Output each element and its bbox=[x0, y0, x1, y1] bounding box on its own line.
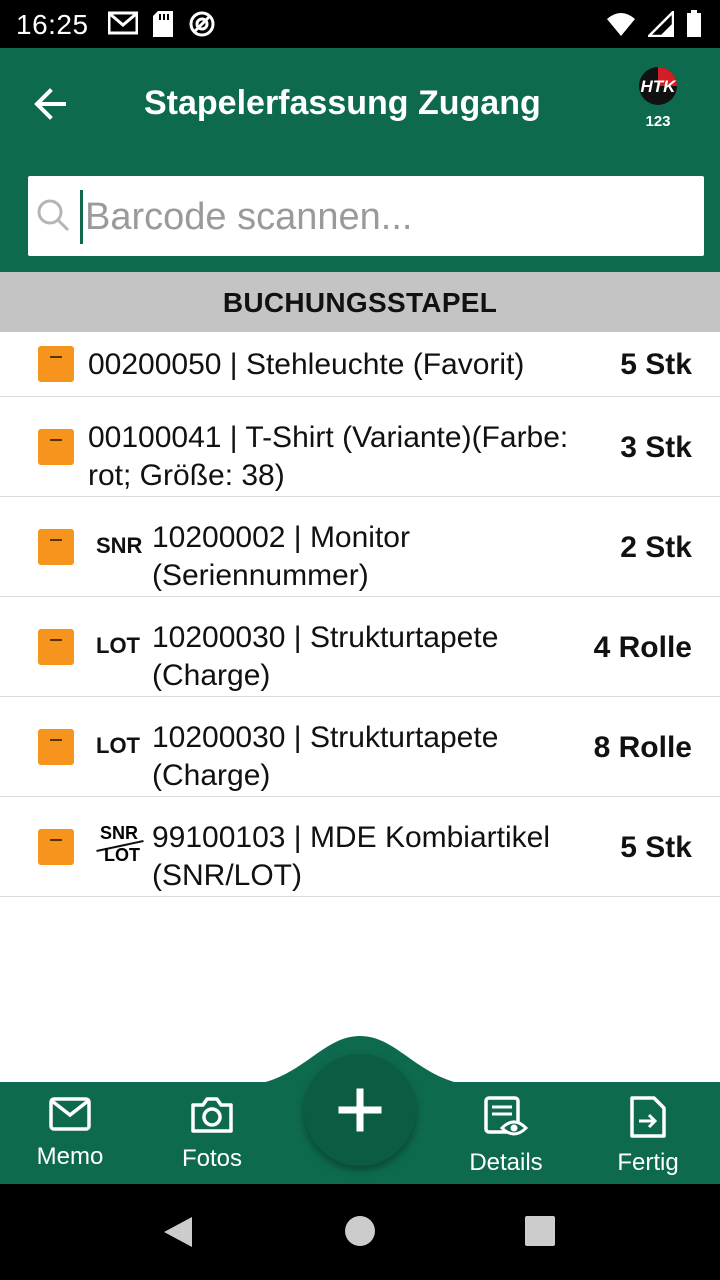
page-title: Stapelerfassung Zugang bbox=[144, 84, 541, 122]
document-arrow-icon bbox=[630, 1096, 666, 1138]
system-home-icon[interactable] bbox=[344, 1215, 376, 1247]
list-item[interactable]: LOT 10200030 | Strukturtapete (Charge) 4… bbox=[0, 597, 720, 697]
item-checkbox[interactable] bbox=[38, 346, 74, 382]
sync-icon bbox=[188, 10, 216, 43]
item-text-line1: 10200030 | Strukturtapete bbox=[152, 621, 499, 654]
details-button[interactable]: Details bbox=[451, 1096, 561, 1177]
snr-tag: SNR bbox=[100, 823, 139, 843]
fotos-button[interactable]: Fotos bbox=[157, 1096, 267, 1173]
item-text-line2: (Charge) bbox=[152, 759, 271, 792]
system-nav-bar bbox=[0, 1184, 720, 1280]
item-checkbox[interactable] bbox=[38, 629, 74, 665]
status-bar: 16:25 bbox=[0, 0, 720, 48]
item-text-line1: 99100103 | MDE Kombiartikel bbox=[152, 821, 550, 854]
barcode-search-input[interactable] bbox=[80, 190, 687, 244]
snr-tag: SNR bbox=[96, 533, 143, 558]
item-text-line1: 10200002 | Monitor bbox=[152, 521, 410, 554]
item-text-line2: (Charge) bbox=[152, 659, 271, 692]
snr-lot-tag: SNR LOT bbox=[96, 823, 146, 869]
svg-text:HTK: HTK bbox=[641, 77, 678, 96]
item-text-line2: (SNR/LOT) bbox=[152, 859, 302, 892]
search-icon bbox=[36, 198, 72, 239]
item-text-line1: 10200030 | Strukturtapete bbox=[152, 721, 499, 754]
item-quantity: 5 Stk bbox=[620, 348, 692, 381]
app-bar: Stapelerfassung Zugang HTK 123 bbox=[0, 48, 720, 160]
logo-badge: 123 bbox=[645, 113, 671, 130]
plus-icon bbox=[338, 1088, 382, 1132]
search-area bbox=[0, 160, 720, 272]
htk-logo-icon: HTK bbox=[639, 67, 678, 105]
mail-icon bbox=[49, 1097, 91, 1131]
fotos-label: Fotos bbox=[181, 1145, 243, 1172]
list-item[interactable]: SNR LOT 99100103 | MDE Kombiartikel (SNR… bbox=[0, 797, 720, 897]
memo-label: Memo bbox=[36, 1143, 104, 1170]
item-checkbox[interactable] bbox=[38, 829, 74, 865]
item-text-line2: rot; Größe: 38) bbox=[88, 459, 285, 492]
item-quantity: 8 Rolle bbox=[593, 731, 692, 764]
wifi-icon bbox=[606, 11, 636, 42]
list-item[interactable]: 00200050 | Stehleuchte (Favorit) 5 Stk bbox=[0, 332, 720, 397]
system-recents-icon[interactable] bbox=[524, 1215, 556, 1247]
fertig-button[interactable]: Fertig bbox=[593, 1096, 703, 1177]
system-back-icon[interactable] bbox=[162, 1215, 194, 1249]
item-checkbox[interactable] bbox=[38, 429, 74, 465]
signal-icon bbox=[645, 8, 675, 42]
fertig-label: Fertig bbox=[617, 1149, 679, 1176]
add-button[interactable] bbox=[304, 1054, 416, 1166]
status-time: 16:25 bbox=[16, 9, 89, 40]
item-text-line1: 00200050 | Stehleuchte (Favorit) bbox=[88, 348, 525, 381]
item-quantity: 5 Stk bbox=[620, 831, 692, 864]
company-logo[interactable]: HTK 123 bbox=[632, 66, 684, 130]
section-header: BUCHUNGSSTAPEL bbox=[0, 272, 720, 332]
list-item[interactable]: 00100041 | T-Shirt (Variante)(Farbe: rot… bbox=[0, 397, 720, 497]
item-checkbox[interactable] bbox=[38, 529, 74, 565]
item-text-line2: (Seriennummer) bbox=[152, 559, 369, 592]
lot-tag: LOT bbox=[96, 633, 140, 658]
item-checkbox[interactable] bbox=[38, 729, 74, 765]
mail-icon bbox=[107, 10, 139, 43]
arrow-left-icon bbox=[34, 88, 66, 120]
booking-list: 00200050 | Stehleuchte (Favorit) 5 Stk 0… bbox=[0, 332, 720, 897]
camera-icon bbox=[191, 1097, 233, 1133]
list-item[interactable]: SNR 10200002 | Monitor (Seriennummer) 2 … bbox=[0, 497, 720, 597]
lot-tag: LOT bbox=[104, 845, 140, 865]
search-box[interactable] bbox=[28, 176, 704, 256]
lot-tag: LOT bbox=[96, 733, 140, 758]
details-eye-icon bbox=[484, 1096, 529, 1136]
memo-button[interactable]: Memo bbox=[15, 1096, 125, 1171]
item-quantity: 3 Stk bbox=[620, 431, 692, 464]
back-button[interactable] bbox=[30, 84, 82, 124]
item-text-line1: 00100041 | T-Shirt (Variante)(Farbe: bbox=[88, 421, 569, 454]
battery-icon bbox=[686, 10, 702, 43]
item-quantity: 2 Stk bbox=[620, 531, 692, 564]
item-quantity: 4 Rolle bbox=[593, 631, 692, 664]
list-item[interactable]: LOT 10200030 | Strukturtapete (Charge) 8… bbox=[0, 697, 720, 797]
details-label: Details bbox=[469, 1149, 543, 1176]
sd-card-icon bbox=[152, 10, 174, 43]
